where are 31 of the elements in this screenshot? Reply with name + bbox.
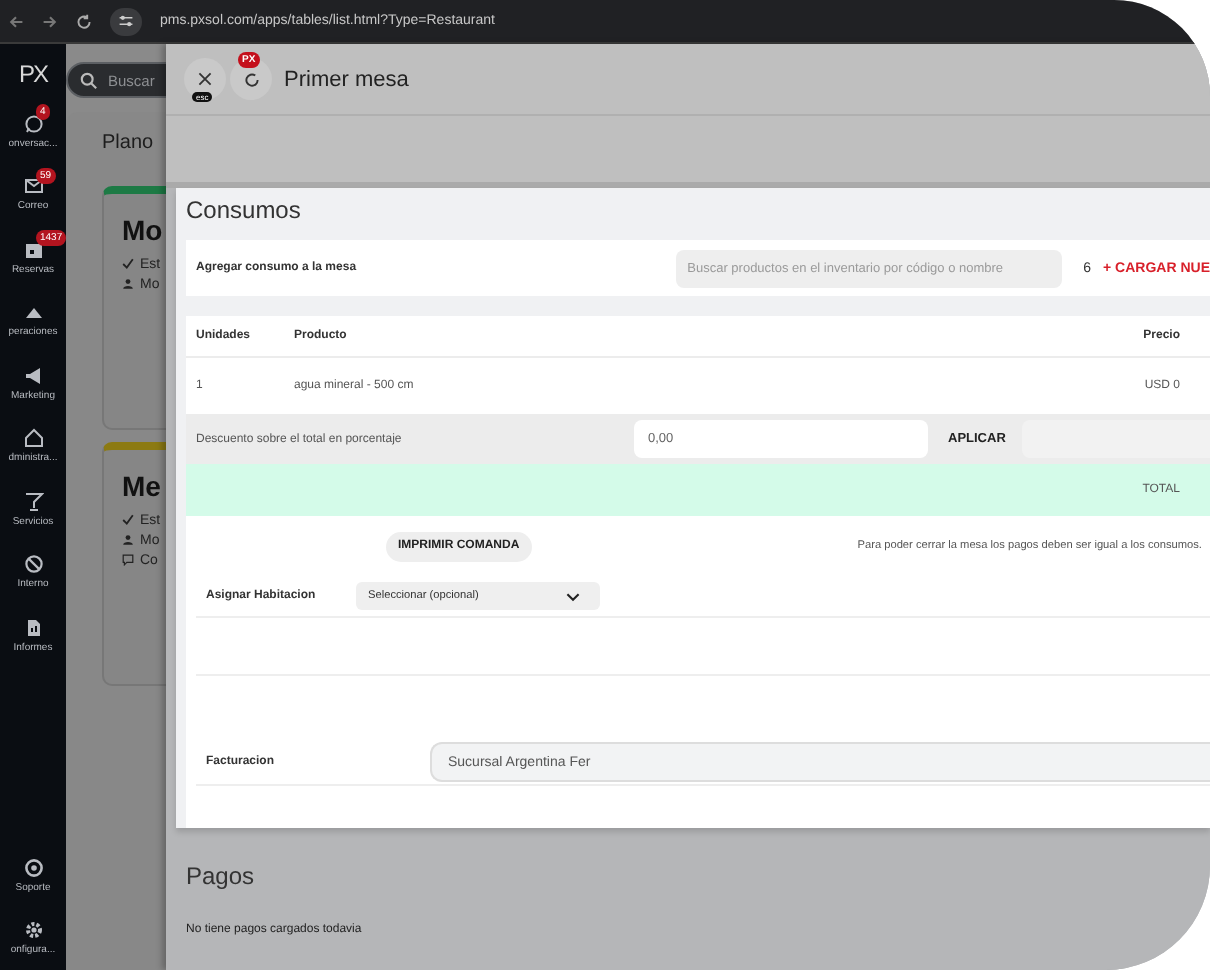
report-icon[interactable] [23,617,43,638]
gear-icon[interactable] [23,920,43,941]
check-icon [122,514,134,526]
table-name: Me [122,470,163,502]
chat-icon[interactable] [23,113,43,134]
back-icon[interactable] [8,13,24,29]
modal-title: Primer mesa [284,67,409,91]
support-icon[interactable] [23,857,43,878]
comment-icon [122,554,134,566]
table-name: Mo [122,214,165,246]
close-icon [198,72,212,86]
forward-icon[interactable] [42,13,58,29]
section-title: Pagos [186,862,257,890]
search-icon [80,71,98,89]
calendar-icon[interactable] [23,239,43,260]
chevron-down-icon [566,591,580,601]
sliders-icon [118,14,134,28]
reload-icon[interactable] [76,13,92,29]
page-heading: Plano [102,132,156,154]
person-icon [122,278,134,290]
person-icon [122,534,134,546]
check-icon [122,258,134,270]
megaphone-icon[interactable] [23,365,43,386]
envelope-icon[interactable] [23,176,43,197]
app-logo[interactable]: PX [18,60,47,88]
section-title: Consumos [186,196,303,228]
ban-icon[interactable] [23,554,43,575]
cocktail-icon[interactable] [23,491,43,512]
site-settings-button[interactable] [110,7,142,35]
house-icon[interactable] [23,428,43,449]
refresh-icon [243,71,259,87]
